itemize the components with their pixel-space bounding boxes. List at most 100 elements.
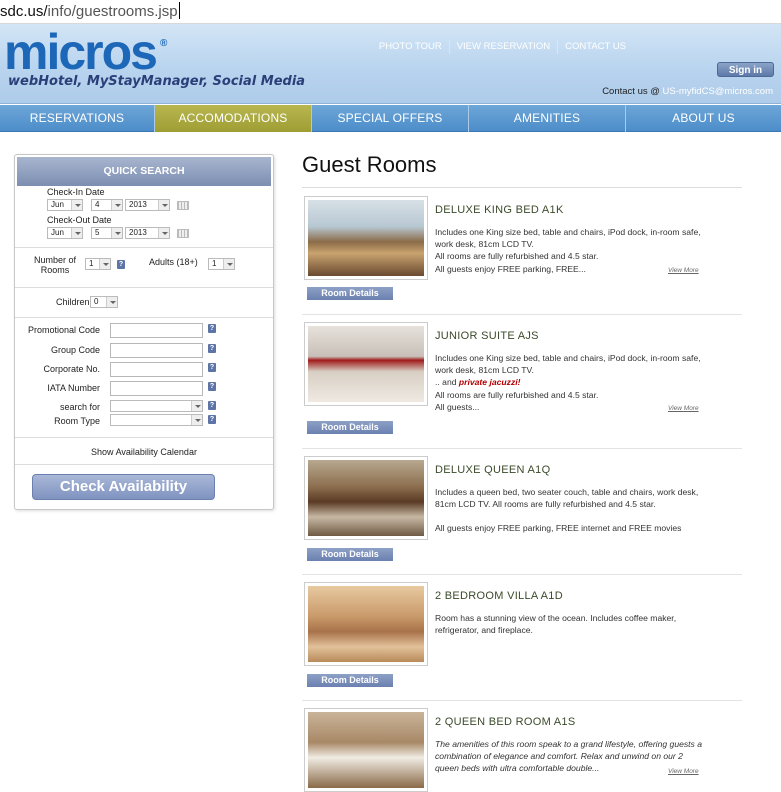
show-availability-calendar-link[interactable]: Show Availability Calendar: [15, 447, 273, 457]
adults-label: Adults (18+): [149, 257, 198, 267]
room-photo[interactable]: [304, 456, 428, 540]
corporate-no-input[interactable]: [110, 362, 203, 377]
room-photo[interactable]: [304, 708, 428, 792]
help-icon[interactable]: ?: [208, 344, 216, 353]
check-availability-button[interactable]: Check Availability: [32, 474, 215, 500]
nav-amenities[interactable]: AMENITIES: [469, 105, 626, 132]
room-details-button[interactable]: Room Details: [307, 548, 393, 561]
nav-accomodations[interactable]: ACCOMODATIONS: [155, 105, 312, 132]
rooms-label-line1: Number of: [33, 255, 77, 265]
room-details-button[interactable]: Room Details: [307, 287, 393, 300]
room-type-label: Room Type: [54, 416, 100, 426]
room-type-select[interactable]: [110, 414, 203, 426]
rooms-select[interactable]: 1: [85, 258, 111, 270]
checkout-day-select[interactable]: 5: [91, 227, 123, 239]
view-more-link[interactable]: View More: [668, 768, 699, 775]
room-image: [308, 712, 424, 788]
title-divider: [302, 187, 742, 188]
chevron-down-icon: [106, 297, 117, 307]
room-divider: [302, 574, 742, 575]
room-name[interactable]: 2 BEDROOM VILLA A1D: [435, 590, 563, 602]
room-image: [308, 460, 424, 536]
room-image: [308, 326, 424, 402]
checkout-day-value: 5: [95, 228, 100, 237]
desc-line: The amenities of this room speak to a gr…: [435, 739, 703, 774]
checkin-month-value: Jun: [51, 200, 64, 209]
help-icon[interactable]: ?: [208, 382, 216, 391]
calendar-icon[interactable]: [177, 229, 189, 238]
url-domain: sdc.us/: [0, 3, 48, 20]
chevron-down-icon: [71, 200, 82, 210]
desc-line: Includes one King size bed, table and ch…: [435, 227, 701, 250]
group-code-input[interactable]: [110, 343, 203, 358]
divider: [15, 437, 273, 438]
room-photo[interactable]: [304, 582, 428, 666]
rooms-value: 1: [89, 259, 94, 268]
help-icon[interactable]: ?: [117, 260, 125, 269]
room-name[interactable]: DELUXE KING BED A1K: [435, 204, 564, 216]
checkin-day-value: 4: [95, 200, 100, 209]
room-description: Includes one King size bed, table and ch…: [435, 352, 705, 413]
desc-line: Includes a queen bed, two seater couch, …: [435, 487, 699, 510]
children-value: 0: [94, 297, 99, 306]
checkin-year-value: 2013: [129, 200, 147, 209]
promo-code-input[interactable]: [110, 323, 203, 338]
checkin-day-select[interactable]: 4: [91, 199, 123, 211]
room-details-button[interactable]: Room Details: [307, 674, 393, 687]
room-details-button[interactable]: Room Details: [307, 421, 393, 434]
photo-tour-link[interactable]: PHOTO TOUR: [372, 40, 449, 54]
checkin-month-select[interactable]: Jun: [47, 199, 83, 211]
address-bar[interactable]: sdc.us/info/guestrooms.jsp: [0, 0, 781, 24]
url-path: info/guestrooms.jsp: [47, 3, 178, 20]
room-name[interactable]: DELUXE QUEEN A1Q: [435, 464, 550, 476]
room-name[interactable]: 2 QUEEN BED ROOM A1S: [435, 716, 575, 728]
room-photo[interactable]: [304, 196, 428, 280]
desc-line: All rooms are fully refurbished and 4.5 …: [435, 389, 599, 400]
room-name[interactable]: JUNIOR SUITE AJS: [435, 330, 539, 342]
desc-line: All guests enjoy FREE parking, FREE inte…: [435, 523, 682, 534]
divider: [15, 464, 273, 465]
contact-prefix: Contact us @: [602, 86, 660, 97]
adults-select[interactable]: 1: [208, 258, 235, 270]
rooms-label: Number of Rooms: [33, 255, 77, 275]
nav-about-us[interactable]: ABOUT US: [626, 105, 781, 132]
help-icon[interactable]: ?: [208, 324, 216, 333]
search-for-select[interactable]: [110, 400, 203, 412]
nav-reservations[interactable]: RESERVATIONS: [0, 105, 155, 132]
chevron-down-icon: [158, 228, 169, 238]
iata-number-input[interactable]: [110, 381, 203, 396]
children-label: Children: [56, 297, 90, 307]
room-description: Includes one King size bed, table and ch…: [435, 226, 705, 275]
view-reservation-link[interactable]: VIEW RESERVATION: [448, 40, 557, 54]
room-photo[interactable]: [304, 322, 428, 406]
url-text[interactable]: sdc.us/info/guestrooms.jsp: [0, 2, 180, 20]
room-image: [308, 586, 424, 662]
children-select[interactable]: 0: [90, 296, 118, 308]
calendar-icon[interactable]: [177, 201, 189, 210]
checkout-year-select[interactable]: 2013: [125, 227, 170, 239]
room-description: The amenities of this room speak to a gr…: [435, 738, 705, 775]
help-icon[interactable]: ?: [208, 363, 216, 372]
contact-us-link[interactable]: CONTACT US: [557, 40, 633, 54]
help-icon[interactable]: ?: [208, 415, 216, 424]
view-more-link[interactable]: View More: [668, 405, 699, 412]
nav-special-offers[interactable]: SPECIAL OFFERS: [312, 105, 469, 132]
checkout-month-select[interactable]: Jun: [47, 227, 83, 239]
text-cursor: [178, 2, 180, 19]
registered-mark: ®: [160, 38, 168, 49]
iata-number-label: IATA Number: [47, 383, 100, 393]
divider: [15, 247, 273, 248]
help-icon[interactable]: ?: [208, 401, 216, 410]
view-more-link[interactable]: View More: [668, 267, 699, 274]
contact-email-link[interactable]: US-myfidCS@micros.com: [663, 86, 773, 97]
chevron-down-icon: [71, 228, 82, 238]
chevron-down-icon: [223, 259, 234, 269]
search-for-label: search for: [59, 402, 100, 412]
chevron-down-icon: [191, 415, 202, 425]
checkin-year-select[interactable]: 2013: [125, 199, 170, 211]
jacuzzi-highlight: private jacuzzi!: [458, 377, 521, 388]
logo-wordmark: micros: [4, 24, 158, 80]
sign-in-button[interactable]: Sign in: [717, 62, 774, 77]
group-code-label: Group Code: [50, 345, 100, 355]
micros-logo[interactable]: micros ® webHotel, MyStayManager, Social…: [4, 24, 305, 89]
